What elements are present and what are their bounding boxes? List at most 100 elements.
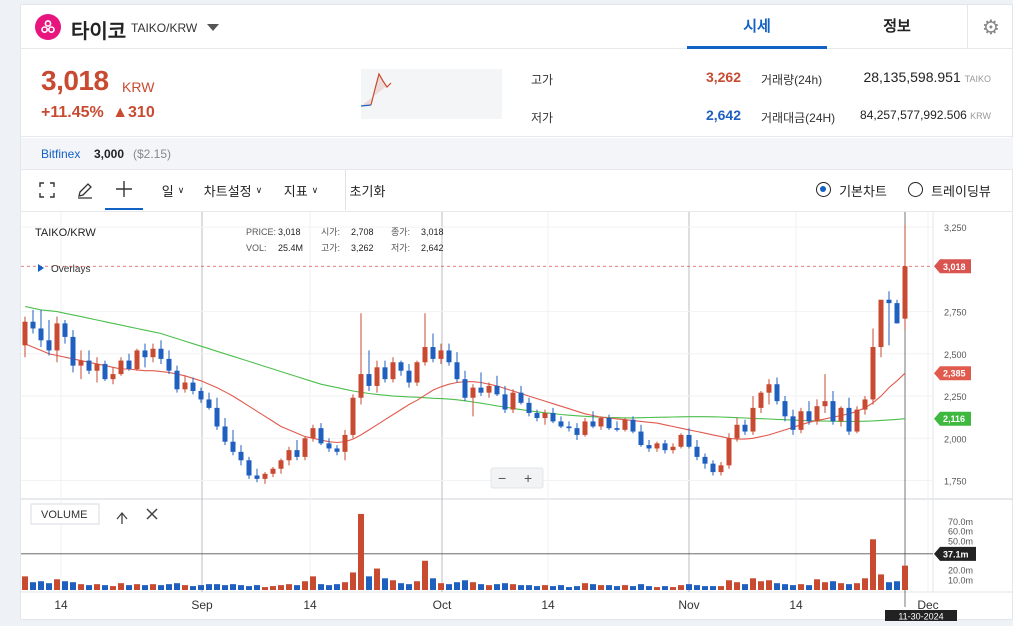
candle (30, 309, 36, 334)
legend-price-label: PRICE: (246, 227, 276, 237)
y-tick-label: 2,750 (944, 308, 967, 318)
volume-bar (94, 584, 100, 590)
volume-bar (206, 584, 212, 590)
volume-bar (374, 568, 380, 590)
candle (798, 407, 804, 434)
date-marker: 11-30-2024 (885, 610, 957, 622)
candle (542, 409, 548, 425)
volume-bar (542, 585, 548, 590)
volume-bar (822, 582, 828, 590)
candle-body (470, 387, 476, 398)
volume-bar (694, 585, 700, 590)
coin-select-chevron-down-icon[interactable] (207, 24, 219, 31)
candle (654, 441, 660, 452)
y-tick-label: 2,500 (944, 350, 967, 360)
price-chart[interactable]: 14 Sep 14 Oct 14 Nov 14 Dec 3,250 2,750 2,500 2,250… (21, 212, 1013, 622)
candle (494, 375, 500, 397)
bitfinex-link[interactable]: Bitfinex (41, 147, 80, 161)
candle-body (614, 428, 620, 430)
bitfinex-usd: ($2.15) (133, 147, 172, 161)
candle (510, 389, 516, 413)
volume-bar (126, 585, 132, 590)
tab-info[interactable]: 정보 (827, 5, 967, 49)
candle-body (766, 384, 772, 393)
chart-settings-menu[interactable]: 차트설정 ∨ (197, 170, 269, 210)
current-price: 3,018 (41, 65, 109, 96)
crosshair-icon[interactable] (105, 170, 143, 210)
candle-body (574, 428, 580, 435)
zoom-out-button[interactable]: − (498, 470, 506, 486)
candle (214, 397, 220, 430)
close-icon[interactable] (146, 508, 158, 520)
candle-body (406, 370, 412, 383)
candle-body (710, 463, 716, 473)
candle-body (94, 363, 100, 371)
candle (158, 340, 164, 364)
candle-body (78, 360, 84, 366)
candle (782, 396, 788, 422)
candle-body (534, 412, 540, 419)
move-up-icon[interactable] (116, 511, 128, 524)
x-tick-label: 14 (541, 598, 555, 612)
candle (174, 365, 180, 393)
volume-bar (318, 584, 324, 590)
volume-bar (630, 586, 636, 590)
candle-body (262, 473, 268, 479)
legend-overlays[interactable]: Overlays (51, 264, 90, 275)
candle-body (502, 394, 508, 410)
trade-amount-label: 거래대금(24H) (761, 111, 836, 125)
basic-chart-label[interactable]: 기본차트 (833, 170, 893, 210)
interval-select[interactable]: 일 ∨ (155, 170, 191, 210)
candle (894, 299, 900, 324)
volume-bar (798, 584, 804, 590)
fullscreen-icon[interactable] (33, 170, 61, 210)
pencil-draw-icon[interactable] (71, 170, 99, 210)
candle (478, 372, 484, 397)
candle (886, 291, 892, 346)
indicators-menu[interactable]: 지표 ∨ (277, 170, 325, 210)
candle (118, 357, 124, 376)
basic-chart-radio[interactable] (816, 182, 831, 197)
tab-market-price[interactable]: 시세 (687, 5, 827, 49)
candle (406, 363, 412, 388)
volume-bar (782, 584, 788, 590)
volume-bar (606, 585, 612, 590)
chart-settings-label: 차트설정 (203, 183, 252, 199)
volume-bar (158, 585, 164, 590)
candle (46, 320, 52, 356)
gear-icon[interactable]: ⚙ (967, 5, 1013, 49)
volume-tick-label: 20.0m (948, 566, 973, 576)
candle-body (270, 468, 276, 474)
reset-button[interactable]: 초기화 (345, 170, 389, 210)
candle (734, 418, 740, 442)
volume-bar (622, 585, 628, 590)
candle-body (790, 416, 796, 430)
volume-bar (550, 586, 556, 590)
candle (190, 377, 196, 395)
candle-body (446, 350, 452, 363)
candle (750, 396, 756, 435)
candle (526, 397, 532, 417)
volume-bar (494, 584, 500, 590)
candle-body (198, 390, 204, 400)
chevron-down-icon: ∨ (311, 184, 319, 195)
tradingview-label[interactable]: 트레이딩뷰 (925, 170, 997, 210)
legend-open: 2,708 (351, 227, 374, 237)
candle-body (46, 340, 52, 351)
candle (222, 418, 228, 446)
volume-bar (566, 587, 572, 590)
tradingview-radio[interactable] (908, 182, 923, 197)
candle-body (38, 328, 44, 341)
candle-body (494, 385, 500, 395)
candle (414, 360, 420, 386)
candle-body (382, 367, 388, 380)
chart-svg[interactable]: 14 Sep 14 Oct 14 Nov 14 Dec 3,250 2,750 2,500 2,250… (21, 212, 1013, 622)
candle-body (718, 465, 724, 473)
overlays-toggle-icon[interactable] (38, 264, 44, 272)
zoom-in-button[interactable]: + (524, 470, 532, 486)
volume-bar (238, 585, 244, 590)
volume-bar (838, 583, 844, 590)
candle-body (518, 392, 524, 403)
candle (286, 446, 292, 466)
candle (470, 384, 476, 417)
